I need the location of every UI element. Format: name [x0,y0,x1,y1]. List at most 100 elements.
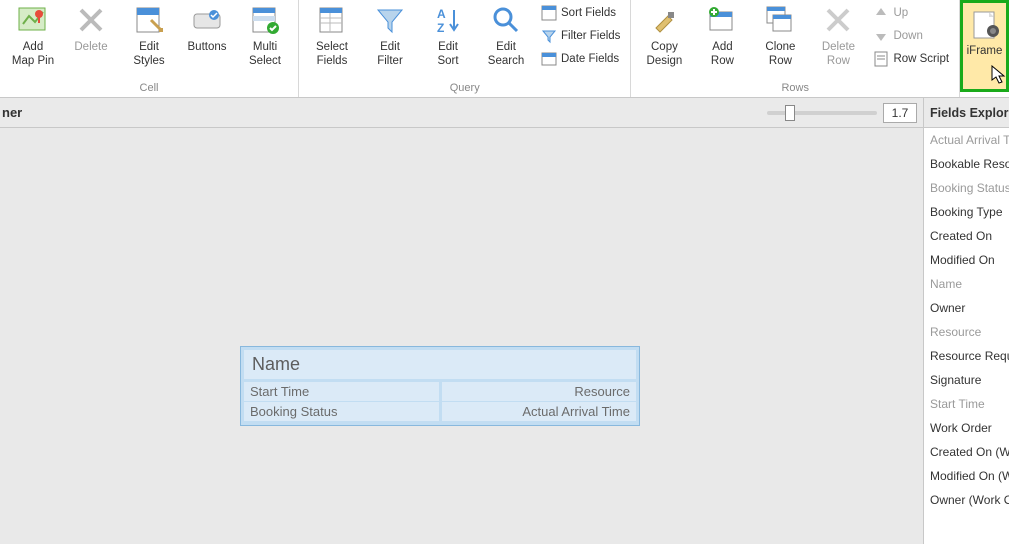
svg-text:A: A [437,7,446,21]
delete-x-icon [75,4,107,36]
button-label: Edit Search [488,40,524,68]
ribbon-group-rows: Copy Design Add Row Clone Row Delete Row [631,0,960,97]
button-label: Edit Filter [377,40,403,68]
field-item[interactable]: Booking Status [924,176,1009,200]
fields-explorer-panel: Actual Arrival TimeBookable ResourceBook… [923,128,1009,544]
row-script-button[interactable]: Row Script [869,48,953,70]
field-item[interactable]: Resource Requirement [924,344,1009,368]
template-card[interactable]: Name Start Time Resource Booking Status … [240,346,640,426]
template-cell[interactable]: Booking Status [244,402,439,421]
iframe-icon [969,9,1001,41]
edit-filter-button[interactable]: Edit Filter [361,2,419,70]
template-title-cell[interactable]: Name [244,350,636,379]
sort-fields-button[interactable]: Sort Fields [537,2,624,24]
up-button[interactable]: Up [869,2,953,24]
button-label: Select Fields [316,40,348,68]
button-label: Up [893,7,908,19]
button-label: Edit Styles [133,40,164,68]
field-item[interactable]: Start Time [924,392,1009,416]
field-item[interactable]: Signature [924,368,1009,392]
field-item[interactable]: Created On (Work Order) [924,440,1009,464]
map-pin-icon [17,4,49,36]
clone-row-button[interactable]: Clone Row [751,2,809,70]
select-fields-icon [316,4,348,36]
brush-icon [648,4,680,36]
multi-select-icon [249,4,281,36]
button-label: Buttons [188,40,227,54]
down-button[interactable]: Down [869,25,953,47]
delete-button[interactable]: Delete [62,2,120,56]
clone-row-icon [764,4,796,36]
edit-sort-button[interactable]: AZ Edit Sort [419,2,477,70]
field-item[interactable]: Name [924,272,1009,296]
copy-design-button[interactable]: Copy Design [635,2,693,70]
fields-explorer-title: Fields Explorer [923,98,1009,128]
field-item[interactable]: Owner (Work Order) [924,488,1009,512]
slider-thumb[interactable] [785,105,795,121]
field-item[interactable]: Modified On (Work Order) [924,464,1009,488]
field-item[interactable]: Actual Arrival Time [924,128,1009,152]
svg-text:Z: Z [437,21,444,35]
button-label: Delete Row [822,40,855,68]
edit-styles-button[interactable]: Edit Styles [120,2,178,70]
arrow-down-icon [873,28,889,44]
template-cell[interactable]: Actual Arrival Time [442,402,637,421]
arrow-up-icon [873,5,889,21]
field-item[interactable]: Owner [924,296,1009,320]
button-label: iFrame [967,45,1003,57]
add-map-pin-button[interactable]: Add Map Pin [4,2,62,70]
select-fields-button[interactable]: Select Fields [303,2,361,70]
designer-label: ner [0,105,22,120]
date-small-icon [541,51,557,67]
template-cell[interactable]: Resource [442,382,637,401]
field-item[interactable]: Work Order [924,416,1009,440]
add-row-button[interactable]: Add Row [693,2,751,70]
template-cell[interactable]: Start Time [244,382,439,401]
zoom-value[interactable]: 1.7 [883,103,917,123]
button-label: Copy Design [647,40,683,68]
design-canvas[interactable]: Name Start Time Resource Booking Status … [0,128,923,544]
button-label: Add Map Pin [12,40,54,68]
date-fields-button[interactable]: Date Fields [537,48,624,70]
delete-row-button[interactable]: Delete Row [809,2,867,70]
iframe-button[interactable]: iFrame [960,0,1009,92]
button-label: Filter Fields [561,30,620,42]
filter-fields-button[interactable]: Filter Fields [537,25,624,47]
workspace: Name Start Time Resource Booking Status … [0,128,1009,544]
field-item[interactable]: Booking Type [924,200,1009,224]
field-item[interactable]: Resource [924,320,1009,344]
group-label: Cell [4,80,294,97]
button-label: Sort Fields [561,7,616,19]
designer-bar: ner 1.7 [0,98,1009,128]
button-label: Delete [74,40,107,54]
button-label: Add Row [711,40,734,68]
button-label: Down [893,30,922,42]
styles-icon [133,4,165,36]
button-label: Clone Row [765,40,795,68]
buttons-icon [191,4,223,36]
delete-row-icon [822,4,854,36]
sort-icon: AZ [432,4,464,36]
add-row-icon [706,4,738,36]
zoom-slider[interactable] [767,111,877,115]
multi-select-button[interactable]: Multi Select [236,2,294,70]
ribbon-group-query: Select Fields Edit Filter AZ Edit Sort E… [299,0,631,97]
cursor-icon [991,65,1007,88]
sort-small-icon [541,5,557,21]
ribbon: Add Map Pin Delete Edit Styles Buttons [0,0,1009,98]
button-label: Row Script [893,53,949,65]
button-label: Multi Select [249,40,281,68]
buttons-button[interactable]: Buttons [178,2,236,56]
script-icon [873,51,889,67]
group-label: Query [303,80,626,97]
filter-small-icon [541,28,557,44]
button-label: Edit Sort [437,40,458,68]
edit-search-button[interactable]: Edit Search [477,2,535,70]
field-item[interactable]: Bookable Resource [924,152,1009,176]
filter-icon [374,4,406,36]
button-label: Date Fields [561,53,619,65]
ribbon-group-cell: Add Map Pin Delete Edit Styles Buttons [0,0,299,97]
search-icon [490,4,522,36]
field-item[interactable]: Modified On [924,248,1009,272]
field-item[interactable]: Created On [924,224,1009,248]
